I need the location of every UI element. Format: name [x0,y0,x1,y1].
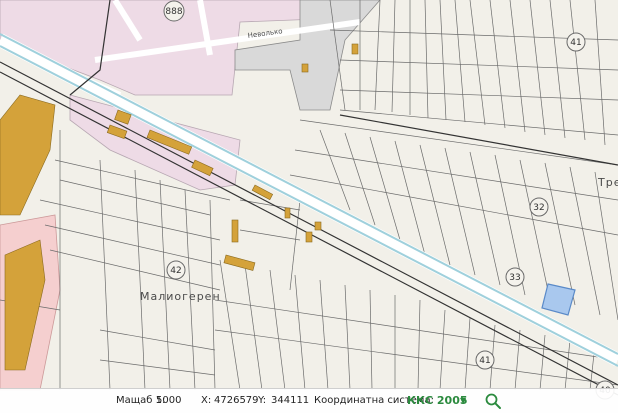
cadastral-map[interactable]: 888 41 32 33 42 41 40 Малиогерен Тре Нев… [0,0,618,412]
road-number-badge-33: 33 [505,267,525,287]
svg-text:41: 41 [570,38,581,48]
svg-text:42: 42 [170,266,181,276]
status-bar: Мащаб 1: 5000 X: 4726579 Y: 344111 Коорд… [0,388,618,413]
edge-place-label: Тре [597,176,618,189]
svg-text:41: 41 [479,356,490,366]
area-name-label: Малиогерен [140,290,221,303]
road-number-badge-888: 888 [163,0,185,22]
search-icon[interactable] [484,392,502,410]
y-coord-value: 344111 [271,395,310,406]
x-coord-value: 4726579 [214,395,259,406]
svg-text:33: 33 [509,273,520,283]
x-coord-label: X: [201,395,212,406]
svg-text:32: 32 [533,203,544,213]
svg-text:888: 888 [165,7,182,17]
road-number-badge-32: 32 [529,197,549,217]
road-number-badge-41-top: 41 [566,32,586,52]
crs-value[interactable]: ККС 2005 [407,394,468,407]
road-number-badge-42: 42 [166,260,186,280]
scale-value: 5000 [156,395,182,406]
y-coord-label: Y: [258,395,267,406]
road-number-badge-41-bottom: 41 [475,350,495,370]
chevron-down-icon[interactable]: ▼ [460,396,466,405]
